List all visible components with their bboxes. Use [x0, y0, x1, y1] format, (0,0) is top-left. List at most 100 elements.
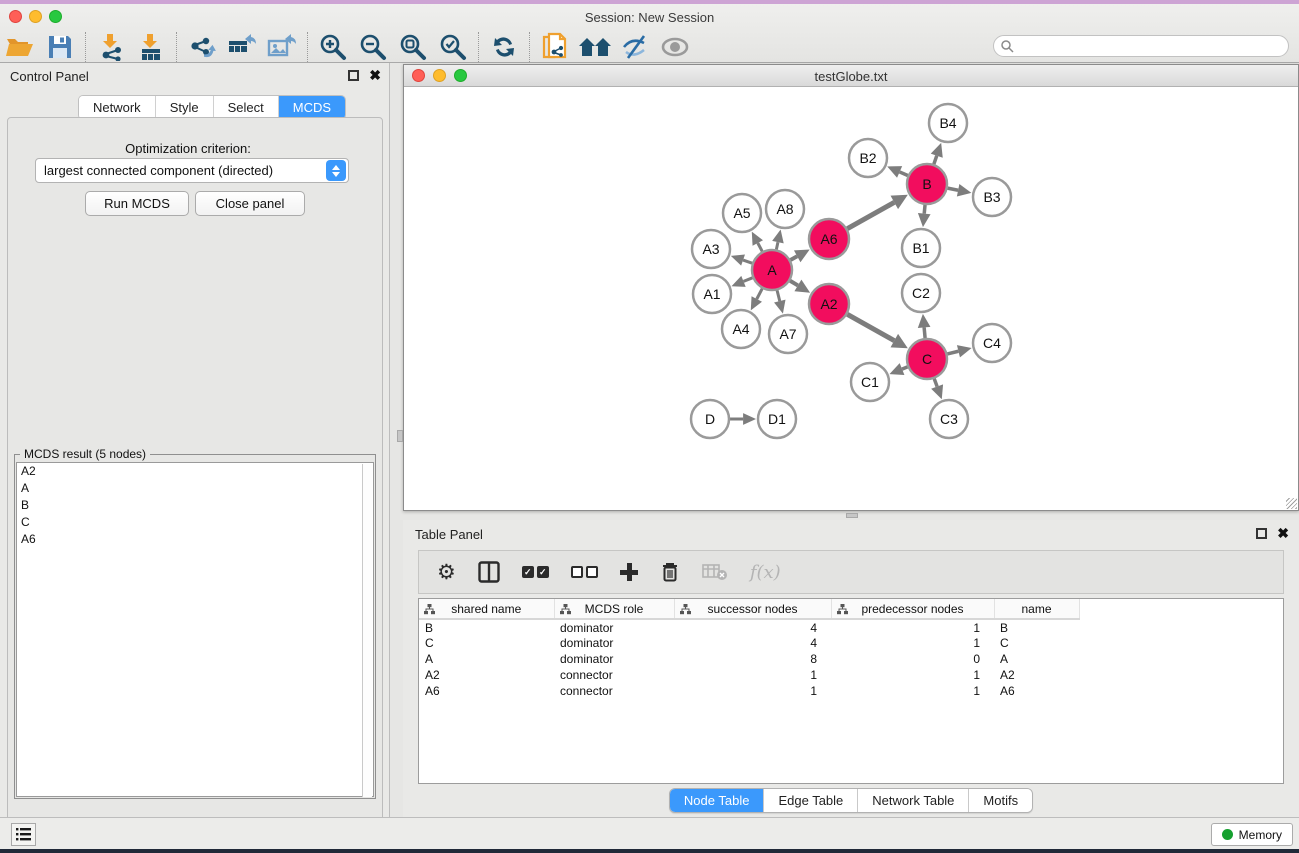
table-cell[interactable]: C — [419, 635, 554, 651]
table-cell[interactable]: A2 — [994, 667, 1079, 683]
graph-node-A1[interactable]: A1 — [693, 275, 731, 313]
import-network-icon[interactable] — [91, 29, 131, 65]
open-file-icon[interactable] — [0, 29, 40, 65]
mcds-result-item[interactable]: B — [17, 497, 373, 514]
table-cell[interactable]: 0 — [831, 651, 994, 667]
column-predecessor-nodes[interactable]: predecessor nodes — [831, 599, 994, 619]
graph-edge-A-A1[interactable] — [731, 276, 752, 287]
mcds-result-item[interactable]: C — [17, 514, 373, 531]
add-icon[interactable] — [620, 563, 638, 581]
table-row[interactable]: Bdominator41B — [419, 619, 1079, 635]
vertical-scrollbar-thumb[interactable] — [397, 430, 403, 442]
table-row[interactable]: Adominator80A — [419, 651, 1079, 667]
table-cell[interactable]: dominator — [554, 635, 674, 651]
criterion-dropdown[interactable]: largest connected component (directed) — [35, 158, 349, 183]
graph-edge-A-A2[interactable] — [790, 280, 810, 293]
table-row[interactable]: Cdominator41C — [419, 635, 1079, 651]
mcds-result-item[interactable]: A6 — [17, 531, 373, 548]
table-cell[interactable]: B — [419, 619, 554, 635]
graph-node-A8[interactable]: A8 — [766, 190, 804, 228]
graph-edge-A2-C[interactable] — [847, 314, 908, 348]
function-builder-icon[interactable]: f(x) — [750, 562, 781, 583]
session-snapshot-icon[interactable] — [535, 29, 575, 65]
graph-node-C3[interactable]: C3 — [930, 400, 968, 438]
mcds-result-list[interactable]: A2ABCA6 — [16, 462, 374, 797]
table-cell[interactable]: 4 — [674, 635, 831, 651]
mcds-result-item[interactable]: A — [17, 480, 373, 497]
scrollbar-track[interactable] — [362, 464, 372, 797]
graph-edge-D-D1[interactable] — [730, 413, 756, 425]
table-cell[interactable]: connector — [554, 667, 674, 683]
graph-node-B3[interactable]: B3 — [973, 178, 1011, 216]
network-window-titlebar[interactable]: testGlobe.txt — [404, 65, 1298, 87]
graph-node-B4[interactable]: B4 — [929, 104, 967, 142]
table-row[interactable]: A2connector11A2 — [419, 667, 1079, 683]
graph-node-D[interactable]: D — [691, 400, 729, 438]
show-columns-icon[interactable] — [478, 561, 500, 583]
show-panels-button[interactable] — [11, 823, 36, 846]
deselect-all-icon[interactable] — [571, 566, 598, 578]
save-session-icon[interactable] — [40, 29, 80, 65]
graph-edge-B-B4[interactable] — [931, 143, 943, 164]
network-graph-canvas[interactable]: B4B2BB3A8A5A6B1A3AA1C2A2A4A7C4CC1C3DD1 — [404, 87, 1298, 510]
column-name[interactable]: name — [994, 599, 1079, 619]
run-mcds-button[interactable]: Run MCDS — [85, 191, 189, 216]
node-table[interactable]: shared name MCDS role successor nodes pr… — [418, 598, 1284, 784]
graph-node-A6[interactable]: A6 — [809, 219, 849, 259]
gear-icon[interactable]: ⚙ — [437, 562, 456, 583]
table-cell[interactable]: C — [994, 635, 1079, 651]
zoom-selected-icon[interactable] — [433, 29, 473, 65]
graph-node-B1[interactable]: B1 — [902, 229, 940, 267]
table-cell[interactable]: A6 — [994, 683, 1079, 699]
graph-edge-A-A4[interactable] — [751, 289, 762, 311]
graph-edge-A-A7[interactable] — [774, 290, 785, 313]
tab-motifs[interactable]: Motifs — [969, 789, 1032, 812]
zoom-in-icon[interactable] — [313, 29, 353, 65]
graph-node-A5[interactable]: A5 — [723, 194, 761, 232]
trash-icon[interactable] — [660, 561, 680, 583]
table-cell[interactable]: A — [419, 651, 554, 667]
graph-edge-A-A8[interactable] — [772, 230, 784, 250]
tab-edge-table[interactable]: Edge Table — [764, 789, 858, 812]
column-mcds-role[interactable]: MCDS role — [554, 599, 674, 619]
float-panel-icon[interactable] — [1256, 528, 1267, 539]
tab-style[interactable]: Style — [156, 96, 214, 119]
table-header-row[interactable]: shared name MCDS role successor nodes pr… — [419, 599, 1079, 619]
horizontal-scrollbar-thumb[interactable] — [846, 513, 858, 518]
export-network-icon[interactable] — [182, 29, 222, 65]
table-cell[interactable]: A6 — [419, 683, 554, 699]
search-input[interactable] — [1014, 37, 1288, 55]
import-table-icon[interactable] — [131, 29, 171, 65]
graph-node-C4[interactable]: C4 — [973, 324, 1011, 362]
graph-edge-B-B3[interactable] — [948, 184, 972, 196]
mcds-result-item[interactable]: A2 — [17, 463, 373, 480]
graph-node-A7[interactable]: A7 — [769, 315, 807, 353]
graph-edge-A6-B[interactable] — [847, 195, 908, 229]
column-successor-nodes[interactable]: successor nodes — [674, 599, 831, 619]
graph-node-A4[interactable]: A4 — [722, 310, 760, 348]
table-cell[interactable]: 1 — [674, 667, 831, 683]
tab-network[interactable]: Network — [79, 96, 156, 119]
tab-node-table[interactable]: Node Table — [670, 789, 765, 812]
table-cell[interactable]: B — [994, 619, 1079, 635]
table-cell[interactable]: A2 — [419, 667, 554, 683]
graph-edge-A-A6[interactable] — [790, 250, 809, 263]
graph-edge-C-C2[interactable] — [918, 314, 931, 338]
table-cell[interactable]: 1 — [831, 667, 994, 683]
tab-mcds[interactable]: MCDS — [279, 96, 345, 119]
tab-select[interactable]: Select — [214, 96, 279, 119]
graph-node-C1[interactable]: C1 — [851, 363, 889, 401]
export-image-icon[interactable] — [262, 29, 302, 65]
column-shared-name[interactable]: shared name — [419, 599, 554, 619]
zoom-out-icon[interactable] — [353, 29, 393, 65]
select-all-icon[interactable]: ✓✓ — [522, 566, 549, 578]
graph-edge-C-C4[interactable] — [947, 345, 971, 357]
resize-grip-icon[interactable] — [1286, 498, 1297, 509]
graph-node-A[interactable]: A — [752, 250, 792, 290]
export-table-icon[interactable] — [222, 29, 262, 65]
table-cell[interactable]: A — [994, 651, 1079, 667]
graph-node-C2[interactable]: C2 — [902, 274, 940, 312]
delete-table-icon[interactable] — [702, 563, 728, 581]
close-panel-button[interactable]: Close panel — [195, 191, 305, 216]
graph-node-B2[interactable]: B2 — [849, 139, 887, 177]
